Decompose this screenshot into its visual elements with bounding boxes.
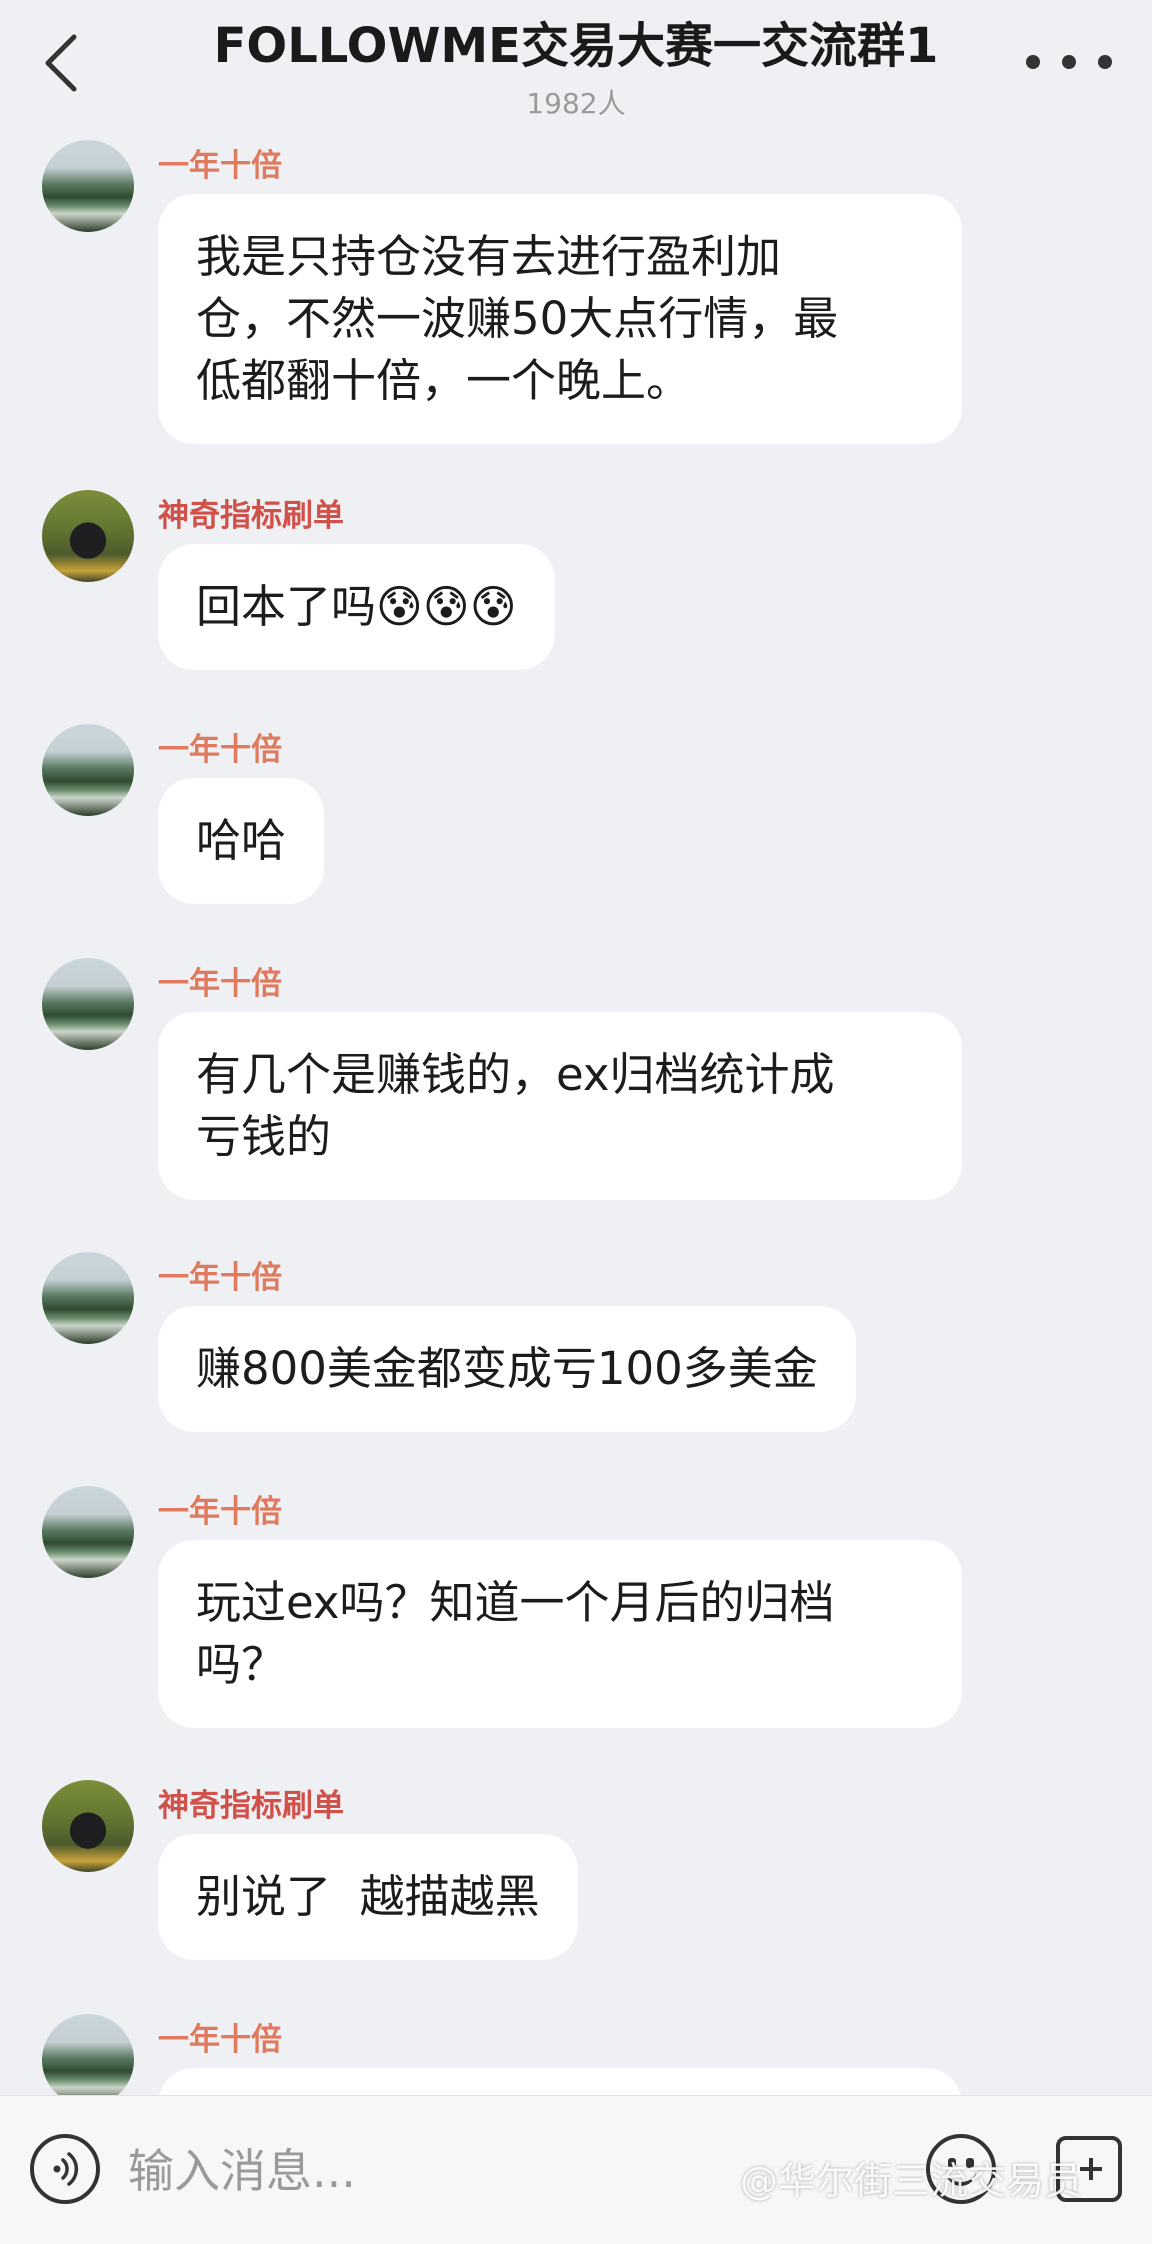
message-item: 一年十倍 玩过ex吗？知道一个月后的归档 吗？ bbox=[0, 1486, 1152, 1736]
more-dots-icon bbox=[1026, 55, 1040, 69]
message-text-line: 有几个是赚钱的，ex归档统计成 bbox=[196, 1048, 835, 1101]
message-item: 一年十倍 赚800美金都变成亏100多美金 bbox=[0, 1252, 1152, 1452]
message-text-line: 玩过ex吗？知道一个月后的归档 bbox=[196, 1576, 835, 1629]
message-item: 一年十倍 我是只持仓没有去进行盈利加 仓，不然一波赚50大点行情，最 低都翻十倍… bbox=[0, 140, 1152, 460]
sender-name[interactable]: 神奇指标刷单 bbox=[158, 1780, 344, 1825]
message-bubble[interactable]: 别说了 越描越黑 bbox=[158, 1834, 578, 1960]
message-item: 神奇指标刷单 回本了吗😰😰😰 bbox=[0, 490, 1152, 690]
voice-input-button[interactable] bbox=[30, 2134, 100, 2204]
message-bubble[interactable]: 哈哈 bbox=[158, 778, 325, 904]
message-item: 一年十倍 bbox=[0, 2014, 1152, 2095]
message-bubble[interactable]: 回本了吗😰😰😰 bbox=[158, 544, 555, 670]
sender-name[interactable]: 一年十倍 bbox=[158, 140, 282, 185]
sender-name[interactable]: 一年十倍 bbox=[158, 1252, 282, 1297]
sender-name[interactable]: 一年十倍 bbox=[158, 1486, 282, 1531]
message-item: 一年十倍 哈哈 bbox=[0, 724, 1152, 924]
message-list[interactable]: 一年十倍 我是只持仓没有去进行盈利加 仓，不然一波赚50大点行情，最 低都翻十倍… bbox=[0, 130, 1152, 2095]
message-text-line: 仓，不然一波赚50大点行情，最 bbox=[196, 292, 839, 345]
mountain-avatar[interactable] bbox=[42, 724, 134, 816]
mountain-avatar[interactable] bbox=[42, 2014, 134, 2095]
chat-header: FOLLOWME交易大赛一交流群1 1982人 bbox=[0, 0, 1152, 130]
group-title: FOLLOWME交易大赛一交流群1 bbox=[213, 18, 939, 74]
sender-name[interactable]: 一年十倍 bbox=[158, 958, 282, 1003]
voice-icon bbox=[53, 2152, 79, 2186]
message-text-line: 哈哈 bbox=[196, 814, 287, 867]
mountain-avatar[interactable] bbox=[42, 958, 134, 1050]
member-count: 1982人 bbox=[526, 87, 626, 120]
message-item: 神奇指标刷单 别说了 越描越黑 bbox=[0, 1780, 1152, 1980]
message-item: 一年十倍 有几个是赚钱的，ex归档统计成 亏钱的 bbox=[0, 958, 1152, 1208]
motorcycle-avatar[interactable] bbox=[42, 1780, 134, 1872]
message-text-line: 别说了 越描越黑 bbox=[196, 1870, 540, 1923]
mountain-avatar[interactable] bbox=[42, 1486, 134, 1578]
message-bubble[interactable] bbox=[158, 2068, 962, 2095]
message-bubble[interactable]: 我是只持仓没有去进行盈利加 仓，不然一波赚50大点行情，最 低都翻十倍，一个晚上… bbox=[158, 194, 962, 444]
sender-name[interactable]: 神奇指标刷单 bbox=[158, 490, 344, 535]
sender-name[interactable]: 一年十倍 bbox=[158, 724, 282, 769]
message-text-line: 我是只持仓没有去进行盈利加 bbox=[196, 230, 782, 283]
message-text-line: 回本了吗😰😰😰 bbox=[196, 580, 517, 633]
watermark: @华尔街三流交易员 bbox=[740, 2159, 1083, 2203]
message-input[interactable] bbox=[128, 2136, 688, 2206]
message-bubble[interactable]: 玩过ex吗？知道一个月后的归档 吗？ bbox=[158, 1540, 962, 1728]
message-text-line: 赚800美金都变成亏100多美金 bbox=[196, 1342, 818, 1395]
mountain-avatar[interactable] bbox=[42, 140, 134, 232]
message-text-line: 吗？ bbox=[196, 1638, 287, 1691]
sender-name[interactable]: 一年十倍 bbox=[158, 2014, 282, 2059]
message-text-line: 低都翻十倍，一个晚上。 bbox=[196, 354, 692, 407]
message-bubble[interactable]: 赚800美金都变成亏100多美金 bbox=[158, 1306, 856, 1432]
motorcycle-avatar[interactable] bbox=[42, 490, 134, 582]
message-text-line: 亏钱的 bbox=[196, 1110, 332, 1163]
more-options-button[interactable] bbox=[1026, 40, 1112, 84]
message-bubble[interactable]: 有几个是赚钱的，ex归档统计成 亏钱的 bbox=[158, 1012, 962, 1200]
mountain-avatar[interactable] bbox=[42, 1252, 134, 1344]
